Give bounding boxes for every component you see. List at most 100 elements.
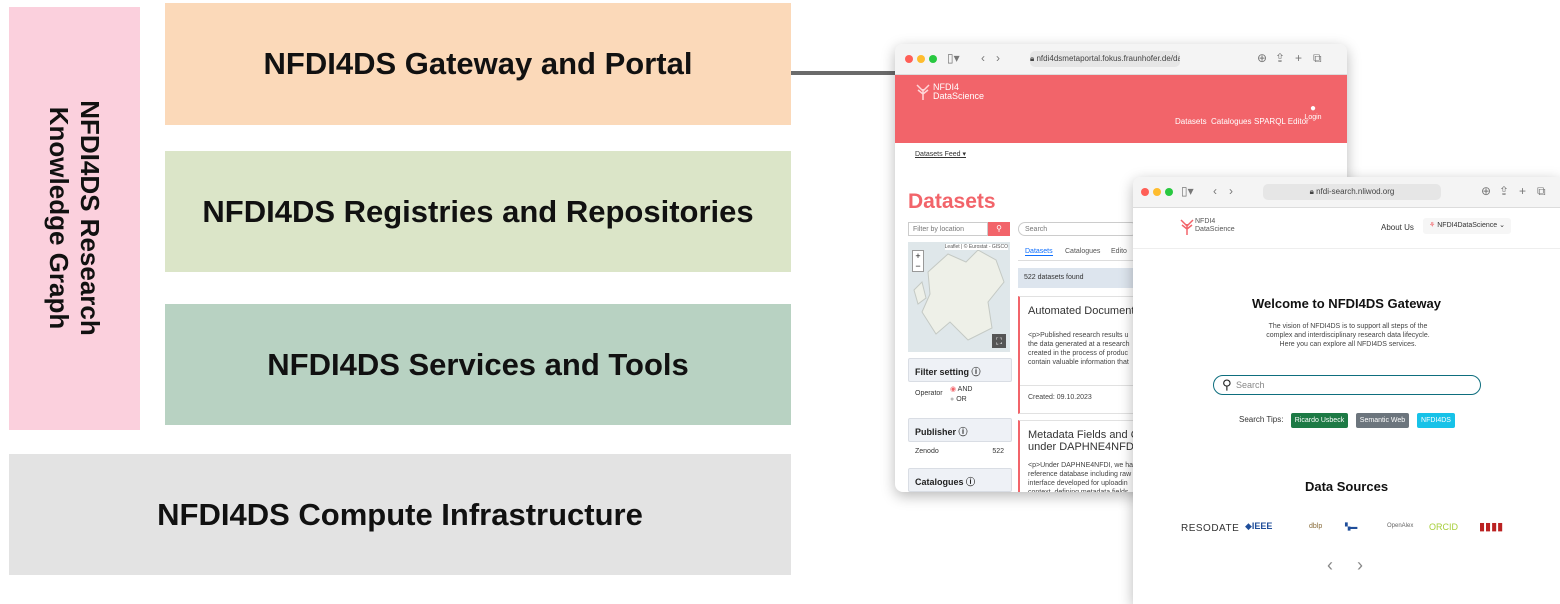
tip-nfdi4ds[interactable]: NFDI4DS [1417, 413, 1455, 428]
publisher-panel: Publisher ⓘ [908, 418, 1012, 442]
gateway-portal-layer: NFDI4DS Gateway and Portal [165, 3, 791, 125]
carousel-prev-icon[interactable]: ‹ [1327, 555, 1333, 576]
sidebar-icon[interactable]: ▯▾ [947, 51, 960, 65]
card-description: <p>Published research results u the data… [1028, 332, 1130, 366]
back-icon[interactable]: ‹ [981, 51, 985, 65]
gateway-titlebar: ▯▾ ‹ › 🔒︎ nfdi-search.nliwod.org ⊕ ⇪ + ⧉ [1133, 177, 1560, 208]
ieee-logo[interactable]: ◆IEEE [1245, 521, 1272, 532]
tab-editor[interactable]: Edito [1111, 248, 1127, 255]
services-tools-label: NFDI4DS Services and Tools [267, 346, 689, 382]
gateway-browser-window: ▯▾ ‹ › 🔒︎ nfdi-search.nliwod.org ⊕ ⇪ + ⧉… [1133, 177, 1560, 604]
zoom-in-icon[interactable]: + [915, 251, 920, 261]
tab-datasets[interactable]: Datasets [1025, 248, 1053, 256]
kg-label-line1: NFDI4DS Research [75, 100, 105, 336]
card-title[interactable]: Metadata Fields and Q under DAPHNE4NFDI [1028, 429, 1139, 453]
new-tab-icon[interactable]: + [1295, 51, 1302, 65]
zoom-dot-icon[interactable] [929, 55, 937, 63]
welcome-heading: Welcome to NFDI4DS Gateway [1251, 296, 1442, 311]
dataset-card-2[interactable]: Metadata Fields and Q under DAPHNE4NFDI … [1018, 420, 1141, 492]
filter-setting-panel: Filter setting ⓘ [908, 358, 1012, 382]
resodate-logo[interactable]: RESODATE [1181, 523, 1239, 534]
tab-catalogues[interactable]: Catalogues [1065, 248, 1100, 255]
openalex-logo[interactable]: OpenAlex [1387, 523, 1413, 529]
welcome-intro: The vision of NFDI4DS is to support all … [1266, 323, 1430, 348]
portal-titlebar: ▯▾ ‹ › 🔒︎ nfdi4dsmetaportal.fokus.fraunh… [895, 44, 1347, 75]
map-zoom-control[interactable]: + − [912, 250, 924, 272]
operator-label: Operator [915, 390, 943, 397]
nav-catalogues[interactable]: Catalogues [1211, 117, 1251, 126]
tip-semantic-web[interactable]: Semantic Web [1356, 413, 1409, 428]
location-map[interactable]: Leaflet | © Eurostat - GISCO + − ⛶ [908, 242, 1010, 352]
dataset-card-1[interactable]: Automated Documenta <p>Published researc… [1018, 296, 1141, 414]
orcid-logo[interactable]: ORCID [1429, 522, 1458, 532]
gateway-portal-label: NFDI4DS Gateway and Portal [263, 46, 693, 81]
radio-selected-icon[interactable]: ◉ [950, 386, 956, 393]
breadcrumb[interactable]: Datasets Feed ▾ [915, 150, 966, 158]
zoom-out-icon[interactable]: − [915, 261, 920, 271]
carousel-next-icon[interactable]: › [1357, 555, 1363, 576]
results-count: 522 datasets found [1018, 268, 1138, 288]
compute-infrastructure-layer: NFDI4DS Compute Infrastructure [9, 454, 791, 575]
close-dot-icon[interactable] [905, 55, 913, 63]
zoom-dot-icon[interactable] [1165, 188, 1173, 196]
tabs-icon[interactable]: ⧉ [1537, 184, 1546, 198]
map-attribution: Leaflet | © Eurostat - GISCO [944, 244, 1008, 250]
tip-ricardo-usbeck[interactable]: Ricardo Usbeck [1291, 413, 1348, 428]
data-sources-heading: Data Sources [1304, 479, 1389, 494]
login-button[interactable]: ● Login [1299, 103, 1327, 121]
download-icon[interactable]: ⊕ [1481, 184, 1491, 198]
info-icon: ⓘ [958, 427, 968, 437]
operator-options: ◉ AND ● OR [950, 385, 972, 405]
close-dot-icon[interactable] [1141, 188, 1149, 196]
search-tips-label: Search Tips: [1239, 415, 1284, 424]
org-dropdown[interactable]: ⚘ NFDI4DataScience ⌄ [1423, 218, 1511, 234]
gateway-header: NFDI4 DataScience About Us ⚘ NFDI4DataSc… [1133, 208, 1560, 249]
portal-header: NFDI4 DataScience Datasets Catalogues SP… [895, 75, 1347, 143]
search-icon: ⚲ [996, 224, 1002, 233]
filter-setting-title: Filter setting ⓘ [915, 367, 981, 377]
dblp-logo[interactable]: dblp [1309, 523, 1322, 530]
compute-infrastructure-label: NFDI4DS Compute Infrastructure [157, 496, 643, 532]
services-tools-layer: NFDI4DS Services and Tools [165, 304, 791, 425]
gateway-address-bar[interactable]: 🔒︎ nfdi-search.nliwod.org [1263, 184, 1441, 200]
portal-address-bar[interactable]: 🔒︎ nfdi4dsmetaportal.fokus.fraunhofer.de… [1030, 51, 1180, 67]
back-icon[interactable]: ‹ [1213, 184, 1217, 198]
download-icon[interactable]: ⊕ [1257, 51, 1267, 65]
fullscreen-icon[interactable]: ⛶ [992, 334, 1006, 348]
search-placeholder: Search [1236, 380, 1265, 390]
location-search-button[interactable]: ⚲ [988, 222, 1010, 236]
tree-logo-icon [1180, 219, 1194, 235]
dataset-tabs: Datasets Catalogues Edito [1018, 244, 1138, 261]
gateway-logo-text[interactable]: NFDI4 DataScience [1195, 218, 1235, 234]
gateway-search-input[interactable]: ⚲ Search [1213, 375, 1481, 395]
card-divider [1020, 385, 1140, 386]
location-filter-input[interactable]: Filter by location [908, 222, 988, 236]
tabs-icon[interactable]: ⧉ [1313, 51, 1322, 65]
card-title[interactable]: Automated Documenta [1028, 305, 1141, 317]
publisher-facet-zenodo[interactable]: Zenodo 522 [908, 444, 1010, 460]
gateway-connector-line [791, 71, 901, 75]
user-icon: ● [1309, 103, 1317, 114]
minimize-dot-icon[interactable] [1153, 188, 1161, 196]
operator-and-option[interactable]: ◉ AND [950, 385, 972, 395]
repository-logo-icon[interactable]: ▚▬ [1345, 523, 1357, 531]
sidebar-icon[interactable]: ▯▾ [1181, 184, 1194, 198]
registries-repositories-layer: NFDI4DS Registries and Repositories [165, 151, 791, 272]
new-tab-icon[interactable]: + [1519, 184, 1526, 198]
share-icon[interactable]: ⇪ [1275, 51, 1285, 65]
minimize-dot-icon[interactable] [917, 55, 925, 63]
forward-icon[interactable]: › [996, 51, 1000, 65]
dataset-search-input[interactable]: Search [1018, 222, 1138, 236]
info-icon: ⓘ [966, 477, 976, 487]
share-icon[interactable]: ⇪ [1499, 184, 1509, 198]
operator-or-option[interactable]: ● OR [950, 395, 972, 405]
search-icon: ⚲ [1222, 377, 1232, 392]
forward-icon[interactable]: › [1229, 184, 1233, 198]
info-icon: ⓘ [971, 367, 981, 377]
portal-logo-text[interactable]: NFDI4 DataScience [933, 83, 984, 101]
nav-datasets[interactable]: Datasets [1175, 117, 1207, 126]
radio-icon[interactable]: ● [950, 396, 954, 403]
catalogues-panel: Catalogues ⓘ [908, 468, 1012, 492]
about-us-link[interactable]: About Us [1381, 223, 1414, 232]
barcode-logo-icon[interactable]: ▮▮▮▮ [1479, 520, 1503, 533]
